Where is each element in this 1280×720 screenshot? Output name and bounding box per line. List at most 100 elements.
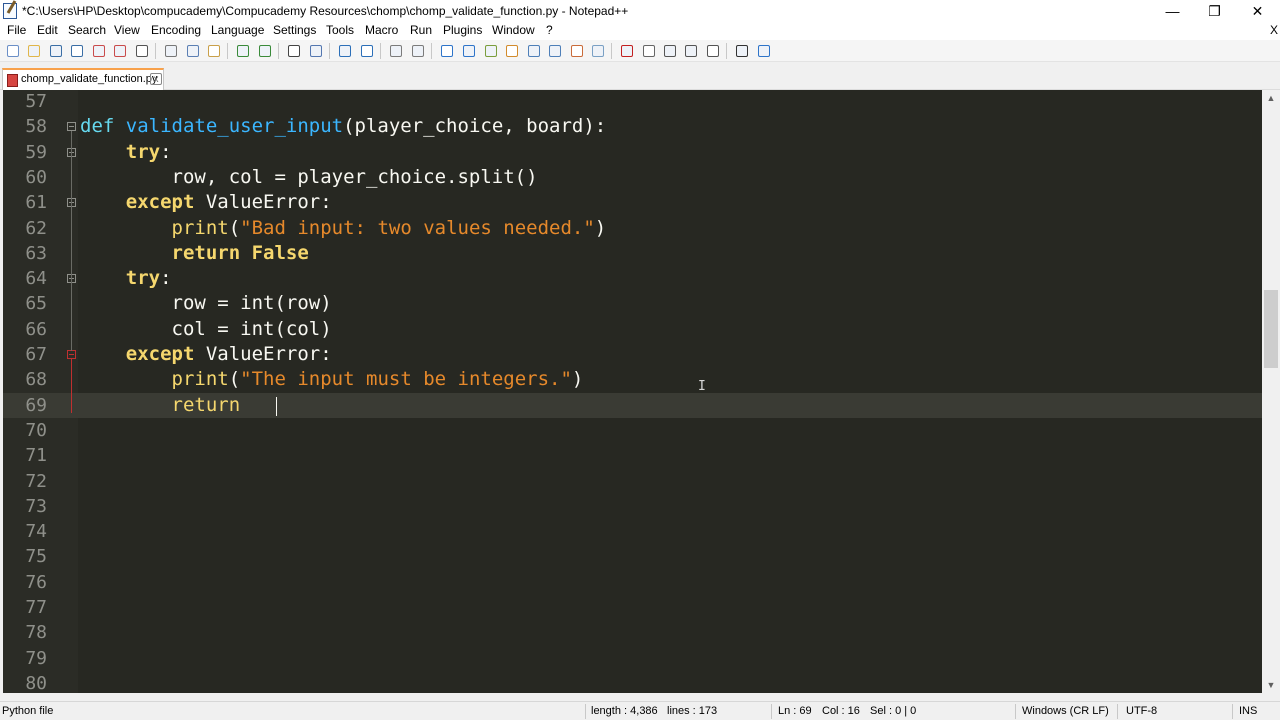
code-line[interactable]: 75 bbox=[3, 544, 1262, 569]
menu-run[interactable]: Run bbox=[410, 23, 432, 37]
restore-button[interactable]: ❐ bbox=[1192, 0, 1237, 22]
notepad-plus-plus-icon bbox=[3, 3, 17, 19]
code-line[interactable]: 72 bbox=[3, 469, 1262, 494]
status-length: length : 4,386 bbox=[591, 705, 658, 717]
udl-icon[interactable] bbox=[504, 43, 520, 59]
fold-guide-changed bbox=[71, 359, 72, 413]
record-macro-icon[interactable] bbox=[619, 43, 635, 59]
horizontal-scrollbar[interactable] bbox=[0, 693, 1280, 701]
scroll-up-arrow-icon[interactable]: ▲ bbox=[1262, 90, 1280, 106]
sync-horizontal-icon[interactable] bbox=[410, 43, 426, 59]
play-macro-icon[interactable] bbox=[662, 43, 678, 59]
code-line[interactable]: 60 row, col = player_choice.split() bbox=[3, 165, 1262, 190]
code-text: try: bbox=[125, 267, 172, 290]
stop-macro-icon[interactable] bbox=[641, 43, 657, 59]
function-list-icon[interactable] bbox=[547, 43, 563, 59]
code-line[interactable]: 67 except ValueError: bbox=[3, 342, 1262, 367]
code-line[interactable]: 66 col = int(col) bbox=[3, 317, 1262, 342]
code-line[interactable]: 76 bbox=[3, 570, 1262, 595]
zoom-in-icon[interactable] bbox=[337, 43, 353, 59]
doc-map-icon[interactable] bbox=[526, 43, 542, 59]
menu-settings[interactable]: Settings bbox=[273, 23, 316, 37]
code-line[interactable]: 77 bbox=[3, 595, 1262, 620]
redo-icon[interactable] bbox=[257, 43, 273, 59]
code-line[interactable]: 63 return False bbox=[3, 241, 1262, 266]
folder-workspace-icon[interactable] bbox=[569, 43, 585, 59]
scrollbar-thumb[interactable] bbox=[1264, 290, 1278, 368]
code-line[interactable]: 62 print("Bad input: two values needed."… bbox=[3, 216, 1262, 241]
code-line[interactable]: 70 bbox=[3, 418, 1262, 443]
menu-help[interactable]: ? bbox=[546, 23, 553, 37]
line-number: 74 bbox=[25, 521, 47, 543]
word-wrap-icon[interactable] bbox=[439, 43, 455, 59]
indent-guide-icon[interactable] bbox=[483, 43, 499, 59]
menu-bar: File Edit Search View Encoding Language … bbox=[0, 22, 1280, 40]
menu-encoding[interactable]: Encoding bbox=[151, 23, 201, 37]
code-line[interactable]: 73 bbox=[3, 494, 1262, 519]
sync-vertical-icon[interactable] bbox=[388, 43, 404, 59]
code-line[interactable]: 65 row = int(row) bbox=[3, 291, 1262, 316]
show-all-chars-icon[interactable] bbox=[461, 43, 477, 59]
code-line[interactable]: 74 bbox=[3, 519, 1262, 544]
zoom-out-icon[interactable] bbox=[359, 43, 375, 59]
menu-view[interactable]: View bbox=[114, 23, 140, 37]
cut-icon[interactable] bbox=[163, 43, 179, 59]
minimize-button[interactable]: — bbox=[1150, 0, 1195, 22]
code-editor[interactable]: 57 58 def validate_user_input(player_choic… bbox=[3, 90, 1262, 693]
text-caret bbox=[276, 396, 277, 416]
status-lines: lines : 173 bbox=[667, 705, 718, 717]
line-number: 73 bbox=[25, 495, 47, 517]
fold-toggle-icon[interactable] bbox=[67, 122, 76, 132]
print-icon[interactable] bbox=[134, 43, 150, 59]
spell-check-icon[interactable] bbox=[734, 43, 750, 59]
toolbar-separator bbox=[431, 43, 432, 59]
mouse-ibeam-cursor-icon: I bbox=[698, 379, 706, 394]
line-number: 57 bbox=[25, 91, 47, 112]
close-all-icon[interactable] bbox=[112, 43, 128, 59]
code-line[interactable]: 61 except ValueError: bbox=[3, 190, 1262, 215]
monitoring-icon[interactable] bbox=[590, 43, 606, 59]
undo-icon[interactable] bbox=[235, 43, 251, 59]
menu-language[interactable]: Language bbox=[211, 23, 264, 37]
save-macro-icon[interactable] bbox=[705, 43, 721, 59]
menu-file[interactable]: File bbox=[7, 23, 26, 37]
find-icon[interactable] bbox=[286, 43, 302, 59]
replace-icon[interactable] bbox=[308, 43, 324, 59]
code-line[interactable]: 78 bbox=[3, 620, 1262, 645]
paste-icon[interactable] bbox=[206, 43, 222, 59]
tab-close-button[interactable]: x bbox=[150, 73, 162, 85]
vertical-scrollbar[interactable]: ▲ ▼ bbox=[1262, 90, 1280, 693]
close-icon[interactable] bbox=[91, 43, 107, 59]
menu-plugins[interactable]: Plugins bbox=[443, 23, 482, 37]
open-file-icon[interactable] bbox=[26, 43, 42, 59]
code-line[interactable]: 58 def validate_user_input(player_choice,… bbox=[3, 114, 1262, 139]
status-divider bbox=[1232, 704, 1233, 719]
menu-window[interactable]: Window bbox=[492, 23, 535, 37]
code-line[interactable]: 69 return bbox=[3, 392, 1262, 418]
toolbar-separator bbox=[278, 43, 279, 59]
save-all-icon[interactable] bbox=[69, 43, 85, 59]
scroll-down-arrow-icon[interactable]: ▼ bbox=[1262, 677, 1280, 693]
fold-toggle-icon[interactable] bbox=[67, 350, 76, 359]
menu-edit[interactable]: Edit bbox=[37, 23, 58, 37]
run-macro-multiple-icon[interactable] bbox=[683, 43, 699, 59]
close-document-button[interactable]: X bbox=[1270, 23, 1278, 37]
code-line[interactable]: 59 try: bbox=[3, 140, 1262, 165]
code-line[interactable]: 64 try: bbox=[3, 266, 1262, 291]
code-line[interactable]: 57 bbox=[3, 90, 1262, 114]
status-sel: Sel : 0 | 0 bbox=[870, 705, 917, 717]
code-line[interactable]: 68 print("The input must be integers.") bbox=[3, 367, 1262, 392]
copy-icon[interactable] bbox=[185, 43, 201, 59]
menu-tools[interactable]: Tools bbox=[326, 23, 354, 37]
new-file-icon[interactable] bbox=[5, 43, 21, 59]
tab-chomp-validate-function[interactable]: chomp_validate_function.py x bbox=[2, 68, 164, 90]
code-line[interactable]: 71 bbox=[3, 443, 1262, 468]
menu-search[interactable]: Search bbox=[68, 23, 106, 37]
code-line[interactable]: 80 bbox=[3, 671, 1262, 693]
spell-options-icon[interactable] bbox=[756, 43, 772, 59]
close-window-button[interactable]: ✕ bbox=[1235, 0, 1280, 22]
line-number: 70 bbox=[25, 419, 47, 441]
menu-macro[interactable]: Macro bbox=[365, 23, 398, 37]
code-line[interactable]: 79 bbox=[3, 646, 1262, 671]
save-icon[interactable] bbox=[48, 43, 64, 59]
